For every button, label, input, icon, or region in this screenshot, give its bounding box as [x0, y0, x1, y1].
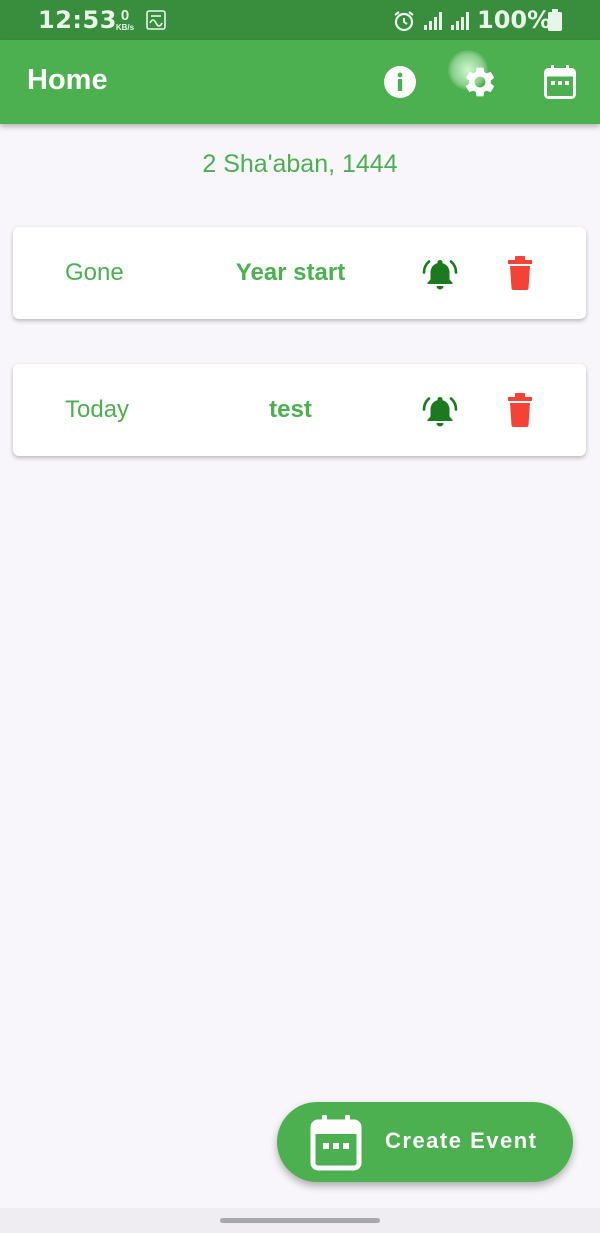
network-speed-unit: KB/s — [115, 23, 135, 32]
page-title: Home — [27, 64, 108, 96]
network-speed: 0 KB/s — [114, 8, 136, 32]
event-name: test — [269, 396, 312, 423]
create-event-label: Create Event — [385, 1128, 538, 1153]
info-button[interactable] — [380, 62, 420, 102]
signal-icon — [423, 11, 445, 36]
bell-ring-icon — [422, 260, 458, 290]
app-notification-icon — [146, 10, 166, 35]
status-time: 12:53 — [38, 6, 117, 34]
bell-ring-icon — [422, 397, 458, 427]
battery-percent: 100% — [477, 6, 552, 34]
network-speed-value: 0 — [120, 7, 130, 24]
alarm-toggle-button[interactable] — [421, 255, 459, 293]
calendar-icon — [544, 65, 576, 99]
gear-icon — [465, 67, 495, 97]
event-status: Gone — [65, 259, 124, 286]
home-gesture-handle[interactable] — [220, 1218, 380, 1223]
event-card[interactable]: Gone Year start — [13, 227, 586, 319]
trash-icon — [508, 393, 532, 427]
alarm-icon — [392, 9, 416, 38]
calendar-icon — [310, 1115, 362, 1171]
app-bar: Home — [0, 40, 600, 124]
event-status: Today — [65, 396, 130, 423]
settings-button[interactable] — [460, 62, 500, 102]
status-bar: 12:53 0 KB/s 100% — [0, 0, 600, 40]
signal-icon — [450, 11, 472, 36]
battery-icon — [548, 9, 562, 36]
calendar-button[interactable] — [540, 62, 580, 102]
alarm-toggle-button[interactable] — [421, 392, 459, 430]
delete-button[interactable] — [505, 256, 535, 290]
info-icon — [384, 66, 416, 98]
hijri-date: 2 Sha'aban, 1444 — [202, 150, 398, 178]
event-name: Year start — [235, 259, 346, 286]
delete-button[interactable] — [505, 393, 535, 427]
navigation-bar — [0, 1208, 600, 1233]
create-event-button[interactable]: Create Event — [277, 1102, 573, 1182]
event-card[interactable]: Today test — [13, 364, 586, 456]
trash-icon — [508, 256, 532, 290]
